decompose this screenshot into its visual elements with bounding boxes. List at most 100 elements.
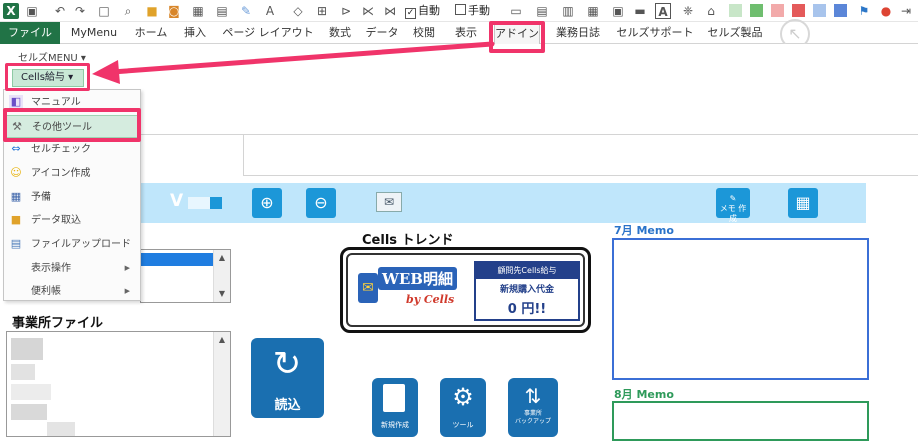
chart-icon[interactable]: ▤ (214, 3, 230, 19)
tab-cells-support[interactable]: セルズサポート (610, 22, 700, 44)
remove-arrows-icon[interactable]: ⋈ (382, 3, 398, 19)
memo-august-box[interactable] (612, 401, 869, 441)
zoom-in-button[interactable]: ⊕ (252, 188, 282, 218)
office-files-listbox[interactable]: ▲ (6, 331, 231, 437)
format-painter-icon[interactable]: ✎ (238, 3, 254, 19)
selected-row[interactable] (141, 253, 214, 266)
formula-area (243, 134, 918, 176)
zoom-out-button[interactable]: ⊖ (306, 188, 336, 218)
memo-august-title: 8月 Memo (614, 388, 674, 401)
memo-create-button[interactable]: ✎ メモ 作成 (716, 188, 750, 223)
flag-icon[interactable]: ⚑ (856, 3, 872, 19)
backup-button[interactable]: ⇅ 事業所 バックアップ (508, 378, 558, 437)
version-label: V (170, 191, 184, 211)
tab-cells-products[interactable]: セルズ製品 (702, 22, 768, 44)
version-value (188, 197, 210, 209)
tab-mymenu[interactable]: MyMenu (62, 22, 126, 44)
menu-item-icon-create[interactable]: ☺ アイコン作成 (4, 162, 140, 185)
tab-formulas[interactable]: 数式 (320, 22, 360, 44)
tab-business-diary[interactable]: 業務日誌 (548, 22, 608, 44)
group-label: セルズMENU ▾ (18, 53, 86, 64)
tab-home[interactable]: ホーム (128, 22, 174, 44)
blue-light-square-icon[interactable] (813, 4, 826, 17)
listbox-scrollbar[interactable]: ▲ ▼ (213, 250, 230, 302)
ribbon-body: セルズMENU ▾ Cells給与 ▾ (0, 44, 918, 87)
camera-icon[interactable]: ◙ (166, 3, 182, 19)
ribbon-tabs: ファイル MyMenu ホーム 挿入 ページ レイアウト 数式 データ 校閲 表… (0, 19, 918, 49)
memo-july-title: 7月 Memo (614, 224, 674, 237)
tab-file[interactable]: ファイル (0, 22, 60, 44)
new-file-icon[interactable]: □ (96, 3, 112, 19)
home-icon[interactable]: ⌂ (703, 3, 719, 19)
scroll-up-icon[interactable]: ▲ (214, 250, 230, 266)
pencil-icon: ✎ (729, 194, 737, 203)
table-icon[interactable]: ▦ (190, 3, 206, 19)
auto-calc-checkbox[interactable]: ✓ 自動 (405, 4, 440, 19)
font-color-icon[interactable]: A (262, 3, 278, 19)
pink-square-icon[interactable] (771, 4, 784, 17)
open-folder-icon[interactable]: ■ (144, 3, 160, 19)
trace-icon[interactable]: ⋉ (360, 3, 376, 19)
tab-view[interactable]: 表示 (446, 22, 486, 44)
menu-item-data-import[interactable]: ■ データ取込 (4, 209, 140, 232)
tab-data[interactable]: データ (362, 22, 402, 44)
tool-button[interactable]: ⚙ ツール (440, 378, 486, 437)
tab-review[interactable]: 校閲 (404, 22, 444, 44)
blurred-item[interactable] (11, 364, 35, 380)
scroll-up-icon[interactable]: ▲ (214, 332, 230, 348)
print-preview-icon[interactable]: ⌕ (120, 3, 136, 19)
dropdown-highlight (5, 63, 90, 91)
blurred-item[interactable] (11, 404, 47, 420)
fill-color-icon[interactable]: ◇ (290, 3, 306, 19)
files-scrollbar[interactable]: ▲ (213, 332, 230, 436)
load-label: 読込 (274, 398, 301, 413)
backup-label: 事業所 バックアップ (514, 410, 551, 425)
more-icon[interactable]: ⇥ (898, 3, 914, 19)
calendar-button[interactable]: ▦ (788, 188, 818, 218)
red-square-icon[interactable] (792, 4, 805, 17)
blurred-item[interactable] (47, 422, 75, 436)
green-light-square-icon[interactable] (729, 4, 742, 17)
borders-icon[interactable]: ⊞ (314, 3, 330, 19)
split-h-icon[interactable]: ▤ (534, 3, 550, 19)
menu-item-display-ops[interactable]: 表示操作 ▶ (4, 257, 140, 280)
settings-icon[interactable]: ❈ (680, 3, 696, 19)
tool-label: ツール (452, 421, 474, 429)
bar-icon[interactable]: ▬ (632, 3, 648, 19)
window-icon[interactable]: ▭ (508, 3, 524, 19)
menu-item-file-upload[interactable]: ▤ ファイルアップロード (4, 233, 140, 256)
promo-line1: 顧問先Cells給与 (476, 263, 578, 279)
sheet-banner: V ⊕ ⊖ ✉ ✎ メモ 作成 ▦ (140, 183, 866, 223)
shapes-icon[interactable]: ⊳ (338, 3, 354, 19)
grid-icon[interactable]: ▦ (585, 3, 601, 19)
mail-icon[interactable]: ✉ (376, 192, 402, 212)
new-create-label: 新規作成 (381, 421, 409, 429)
save-icon[interactable]: ▣ (24, 3, 40, 19)
refresh-icon: ↻ (272, 344, 302, 384)
freeze-icon[interactable]: ▣ (610, 3, 626, 19)
redo-icon[interactable]: ↷ (72, 3, 88, 19)
blurred-item[interactable] (11, 384, 51, 400)
manual-calc-checkbox[interactable]: 手動 (455, 4, 490, 18)
excel-logo-icon: X (3, 3, 19, 19)
split-v-icon[interactable]: ▥ (560, 3, 576, 19)
scroll-down-icon[interactable]: ▼ (214, 286, 230, 302)
blue-square-icon[interactable] (834, 4, 847, 17)
gear-icon: ⚙ (452, 383, 474, 411)
load-button[interactable]: ↻ 読込 (251, 338, 324, 418)
tab-page-layout[interactable]: ページ レイアウト (218, 22, 318, 44)
smiley-icon: ☺ (10, 166, 22, 179)
manual-icon: ◧ (9, 95, 23, 109)
circle-icon[interactable]: ● (878, 3, 894, 19)
green-square-icon[interactable] (750, 4, 763, 17)
memo-july-box[interactable] (612, 238, 869, 380)
blurred-item[interactable] (11, 338, 43, 360)
menu-item-handbook[interactable]: 便利帳 ▶ (4, 280, 140, 303)
tab-insert[interactable]: 挿入 (176, 22, 214, 44)
new-create-button[interactable]: 新規作成 (372, 378, 418, 437)
menu-item-spare[interactable]: ▦ 予備 (4, 186, 140, 209)
undo-icon[interactable]: ↶ (52, 3, 68, 19)
font-a-icon[interactable]: A (655, 3, 671, 19)
client-listbox[interactable]: ▲ ▼ (140, 249, 231, 303)
web-meisai-title: WEB明細 (378, 267, 457, 290)
